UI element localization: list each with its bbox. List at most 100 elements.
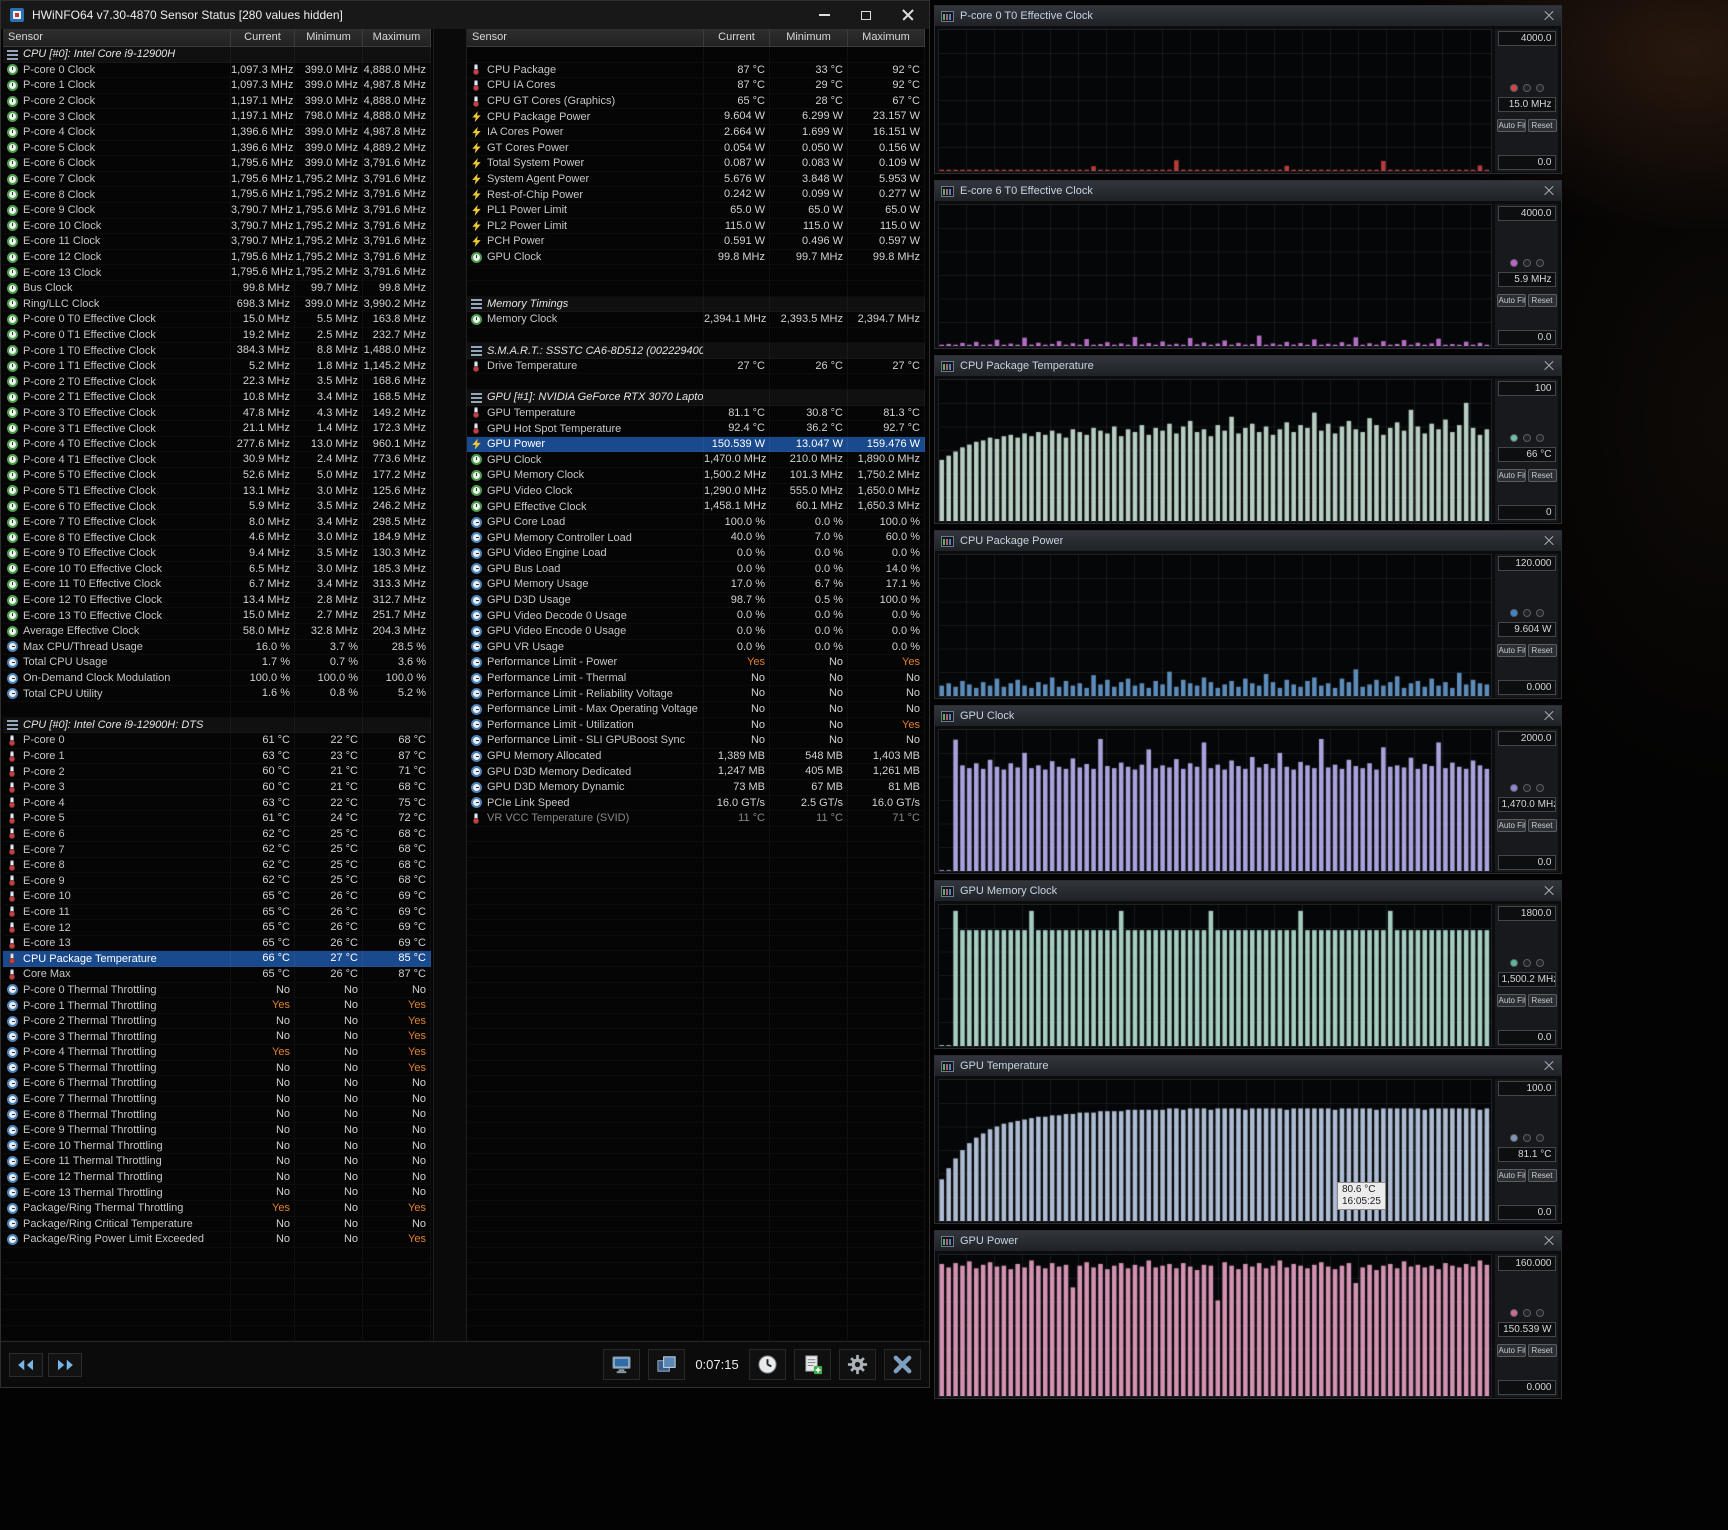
sensor-row[interactable]: P-core 0 Clock 1,097.3 MHz 399.0 MHz 4,888.… xyxy=(3,62,431,79)
sensor-row[interactable]: PL2 Power Limit 115.0 W 115.0 W 115.0 W xyxy=(467,218,925,235)
minimize-button[interactable] xyxy=(803,1,845,29)
sensor-row[interactable]: System Agent Power 5.676 W 3.848 W 5.953 W xyxy=(467,171,925,188)
graph-chart[interactable] xyxy=(938,1254,1492,1397)
sensor-row[interactable]: P-core 0 T1 Effective Clock 19.2 MHz 2.5 M… xyxy=(3,327,431,344)
color-dot[interactable] xyxy=(1535,1134,1544,1142)
sensor-row[interactable]: E-core 13 Clock 1,795.6 MHz 1,795.2 MHz 3,7… xyxy=(3,265,431,281)
close-button[interactable] xyxy=(887,1,929,29)
graph-title-bar[interactable]: E-core 6 T0 Effective Clock xyxy=(935,181,1561,201)
auto-fit-button[interactable]: Auto Fit xyxy=(1496,1169,1526,1182)
column-header-minimum[interactable]: Minimum xyxy=(770,29,848,47)
graph-close-icon[interactable] xyxy=(1543,710,1555,722)
color-dot[interactable] xyxy=(1522,434,1531,442)
auto-fit-button[interactable]: Auto Fit xyxy=(1496,294,1526,307)
sensor-row[interactable]: P-core 4 T1 Effective Clock 30.9 MHz 2.4 M… xyxy=(3,452,431,469)
graph-title-bar[interactable]: CPU Package Temperature xyxy=(935,356,1561,376)
section-header-row[interactable]: CPU [#0]: Intel Core i9-12900H xyxy=(3,47,431,63)
sensor-row[interactable]: Ring/LLC Clock 698.3 MHz 399.0 MHz 3,990.2 … xyxy=(3,296,431,313)
sensor-row[interactable]: P-core 0 61 °C 22 °C 68 °C xyxy=(3,733,431,749)
sensor-row[interactable]: Bus Clock 99.8 MHz 99.7 MHz 99.8 MHz xyxy=(3,280,431,297)
graph-title-bar[interactable]: P-core 0 T0 Effective Clock xyxy=(935,6,1561,26)
graph-close-icon[interactable] xyxy=(1543,885,1555,897)
sensor-row[interactable]: E-core 13 T0 Effective Clock 15.0 MHz 2.7 … xyxy=(3,608,431,624)
sensor-row[interactable]: VR VCC Temperature (SVID) 11 °C 11 °C 71 °C xyxy=(467,811,925,827)
sensor-row[interactable]: P-core 2 60 °C 21 °C 71 °C xyxy=(3,764,431,780)
sensor-row[interactable]: Rest-of-Chip Power 0.242 W 0.099 W 0.277 W xyxy=(467,187,925,203)
sensor-row[interactable]: CPU GT Cores (Graphics) 65 °C 28 °C 67 °C xyxy=(467,93,925,110)
sensor-row[interactable]: P-core 5 T0 Effective Clock 52.6 MHz 5.0 M… xyxy=(3,468,431,484)
section-header-row[interactable]: CPU [#0]: Intel Core i9-12900H: DTS xyxy=(3,717,431,734)
sensor-row[interactable]: E-core 10 T0 Effective Clock 6.5 MHz 3.0 M… xyxy=(3,561,431,578)
sensor-row[interactable]: GPU Memory Usage 17.0 % 6.7 % 17.1 % xyxy=(467,577,925,593)
auto-fit-button[interactable]: Auto Fit xyxy=(1496,819,1526,832)
sensor-row[interactable]: E-core 11 T0 Effective Clock 6.7 MHz 3.4 M… xyxy=(3,577,431,593)
sensor-row[interactable]: P-core 5 T1 Effective Clock 13.1 MHz 3.0 M… xyxy=(3,483,431,500)
sensor-row[interactable]: E-core 6 62 °C 25 °C 68 °C xyxy=(3,826,431,843)
series-color-dot[interactable] xyxy=(1509,609,1518,617)
sensor-row[interactable]: P-core 2 T1 Effective Clock 10.8 MHz 3.4 M… xyxy=(3,390,431,406)
sensor-row[interactable]: Package/Ring Power Limit Exceeded No No Yes xyxy=(3,1232,431,1248)
sensor-row[interactable]: E-core 10 Thermal Throttling No No No xyxy=(3,1138,431,1155)
sensor-row[interactable]: E-core 13 65 °C 26 °C 69 °C xyxy=(3,935,431,952)
sensor-row[interactable]: E-core 8 Clock 1,795.6 MHz 1,795.2 MHz 3,79… xyxy=(3,187,431,203)
sensor-row[interactable]: CPU Package Temperature 66 °C 27 °C 85 °C xyxy=(3,951,431,968)
sensor-row[interactable]: E-core 11 Clock 3,790.7 MHz 1,795.2 MHz 3,7… xyxy=(3,234,431,250)
color-dot[interactable] xyxy=(1535,959,1544,967)
window-title-bar[interactable]: HWiNFO64 v7.30-4870 Sensor Status [280 v… xyxy=(1,1,929,30)
settings-button[interactable] xyxy=(839,1349,876,1380)
sensor-row[interactable]: GPU Bus Load 0.0 % 0.0 % 14.0 % xyxy=(467,561,925,578)
color-dot[interactable] xyxy=(1535,84,1544,92)
sensor-row[interactable]: PCH Power 0.591 W 0.496 W 0.597 W xyxy=(467,234,925,250)
series-color-dot[interactable] xyxy=(1509,1309,1518,1317)
sensor-row[interactable]: GPU Hot Spot Temperature 92.4 °C 36.2 °C 92… xyxy=(467,421,925,437)
sensor-row[interactable]: E-core 7 62 °C 25 °C 68 °C xyxy=(3,842,431,858)
sensor-row[interactable]: P-core 1 Clock 1,097.3 MHz 399.0 MHz 4,987.… xyxy=(3,78,431,94)
sensor-row[interactable]: GPU D3D Usage 98.7 % 0.5 % 100.0 % xyxy=(467,592,925,609)
scroll-right-button[interactable] xyxy=(48,1352,82,1377)
scroll-left-button[interactable] xyxy=(9,1352,43,1377)
section-header-row[interactable]: Memory Timings xyxy=(467,296,925,313)
sensor-row[interactable]: P-core 4 Thermal Throttling Yes No Yes xyxy=(3,1045,431,1061)
graph-chart[interactable] xyxy=(938,1079,1492,1222)
sensor-row[interactable]: GT Cores Power 0.054 W 0.050 W 0.156 W xyxy=(467,140,925,157)
color-dot[interactable] xyxy=(1535,1309,1544,1317)
sensor-row[interactable]: P-core 3 60 °C 21 °C 68 °C xyxy=(3,779,431,796)
graph-title-bar[interactable]: GPU Memory Clock xyxy=(935,881,1561,901)
report-button[interactable] xyxy=(794,1349,831,1380)
sensor-row[interactable]: E-core 7 T0 Effective Clock 8.0 MHz 3.4 MH… xyxy=(3,514,431,531)
sensor-row[interactable]: P-core 3 T0 Effective Clock 47.8 MHz 4.3 M… xyxy=(3,405,431,422)
auto-fit-button[interactable]: Auto Fit xyxy=(1496,994,1526,1007)
sensor-row[interactable]: GPU Effective Clock 1,458.1 MHz 60.1 MHz 1,… xyxy=(467,499,925,515)
sensor-row[interactable]: GPU Clock 99.8 MHz 99.7 MHz 99.8 MHz xyxy=(467,249,925,266)
reset-button[interactable]: Reset xyxy=(1527,819,1557,832)
sensor-row[interactable]: GPU Core Load 100.0 % 0.0 % 100.0 % xyxy=(467,514,925,531)
column-header-current[interactable]: Current xyxy=(704,29,770,47)
color-dot[interactable] xyxy=(1522,784,1531,792)
sensor-row[interactable]: E-core 8 62 °C 25 °C 68 °C xyxy=(3,857,431,874)
series-color-dot[interactable] xyxy=(1509,84,1518,92)
color-dot[interactable] xyxy=(1535,609,1544,617)
graph-chart[interactable] xyxy=(938,379,1492,522)
sensor-row[interactable]: P-core 1 63 °C 23 °C 87 °C xyxy=(3,748,431,765)
graph-title-bar[interactable]: GPU Power xyxy=(935,1231,1561,1251)
sensor-row[interactable]: P-core 2 Clock 1,197.1 MHz 399.0 MHz 4,888.… xyxy=(3,93,431,110)
sensor-row[interactable]: GPU Video Encode 0 Usage 0.0 % 0.0 % 0.0 % xyxy=(467,623,925,640)
sensor-row[interactable]: P-core 0 Thermal Throttling No No No xyxy=(3,982,431,999)
reset-button[interactable]: Reset xyxy=(1527,469,1557,482)
sensor-row[interactable]: P-core 1 T1 Effective Clock 5.2 MHz 1.8 MH… xyxy=(3,358,431,375)
section-header-row[interactable]: S.M.A.R.T.: SSSTC CA6-8D512 (00222940019… xyxy=(467,343,925,359)
reset-button[interactable]: Reset xyxy=(1527,1169,1557,1182)
sensor-row[interactable]: E-core 12 Clock 1,795.6 MHz 1,795.2 MHz 3,7… xyxy=(3,249,431,266)
color-dot[interactable] xyxy=(1535,259,1544,267)
sensor-row[interactable]: GPU D3D Memory Dynamic 73 MB 67 MB 81 MB xyxy=(467,779,925,796)
sensor-row[interactable]: Performance Limit - Thermal No No No xyxy=(467,670,925,687)
sensor-row[interactable]: E-core 12 Thermal Throttling No No No xyxy=(3,1169,431,1186)
series-color-dot[interactable] xyxy=(1509,259,1518,267)
sensor-row[interactable]: CPU IA Cores 87 °C 29 °C 92 °C xyxy=(467,78,925,94)
sensor-row[interactable]: E-core 9 62 °C 25 °C 68 °C xyxy=(3,873,431,890)
sensor-row[interactable]: E-core 12 T0 Effective Clock 13.4 MHz 2.8 … xyxy=(3,592,431,609)
sensor-row[interactable]: GPU Memory Controller Load 40.0 % 7.0 % 60.… xyxy=(467,530,925,546)
sensor-row[interactable]: E-core 9 Clock 3,790.7 MHz 1,795.6 MHz 3,79… xyxy=(3,202,431,219)
series-color-dot[interactable] xyxy=(1509,1134,1518,1142)
sensor-row[interactable]: Memory Clock 2,394.1 MHz 2,393.5 MHz 2,394.… xyxy=(467,312,925,328)
